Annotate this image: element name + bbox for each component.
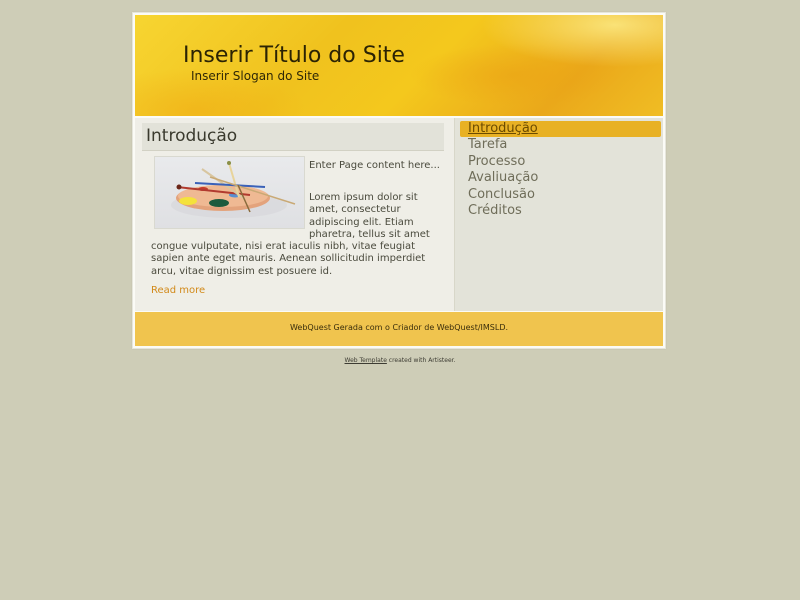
sidebar-item-processo[interactable]: Processo (460, 154, 661, 170)
sidebar-nav: Introdução Tarefa Processo Avaliuação Co… (455, 118, 663, 311)
post-title: Introdução (146, 126, 238, 146)
web-template-link[interactable]: Web Template (345, 357, 387, 364)
post-intro-text: Enter Page content here... (309, 160, 440, 171)
post-header: Introdução (142, 123, 444, 151)
post-body-bottom: congue vulputate, nisi erat iaculis nibh… (151, 241, 426, 277)
sidebar-item-avaliuacao[interactable]: Avaliuação (460, 170, 661, 186)
sidebar-item-introducao[interactable]: Introdução (460, 121, 661, 137)
site-footer: WebQuest Gerada com o Criador de WebQues… (135, 312, 663, 346)
site-slogan: Inserir Slogan do Site (191, 69, 320, 83)
site-header: Inserir Título do Site Inserir Slogan do… (135, 15, 663, 116)
credits-suffix: created with Artisteer. (386, 357, 456, 364)
paint-palette-icon (171, 161, 296, 218)
footer-text: WebQuest Gerada com o Criador de WebQues… (289, 323, 509, 332)
sidebar-item-creditos[interactable]: Créditos (460, 203, 661, 219)
page-container: Inserir Título do Site Inserir Slogan do… (132, 12, 666, 349)
paint-palette-image (154, 156, 305, 229)
main-content: Introdução Enter Page content here... Lo… (135, 118, 455, 311)
template-credits: Web Template created with Artisteer. (0, 357, 800, 364)
site-title: Inserir Título do Site (183, 43, 405, 68)
post-body-top: Lorem ipsum dolor sit amet, consectetur … (309, 192, 430, 240)
sidebar-item-conclusao[interactable]: Conclusão (460, 187, 661, 203)
read-more-link[interactable]: Read more (151, 285, 205, 296)
sidebar-item-tarefa[interactable]: Tarefa (460, 137, 661, 153)
